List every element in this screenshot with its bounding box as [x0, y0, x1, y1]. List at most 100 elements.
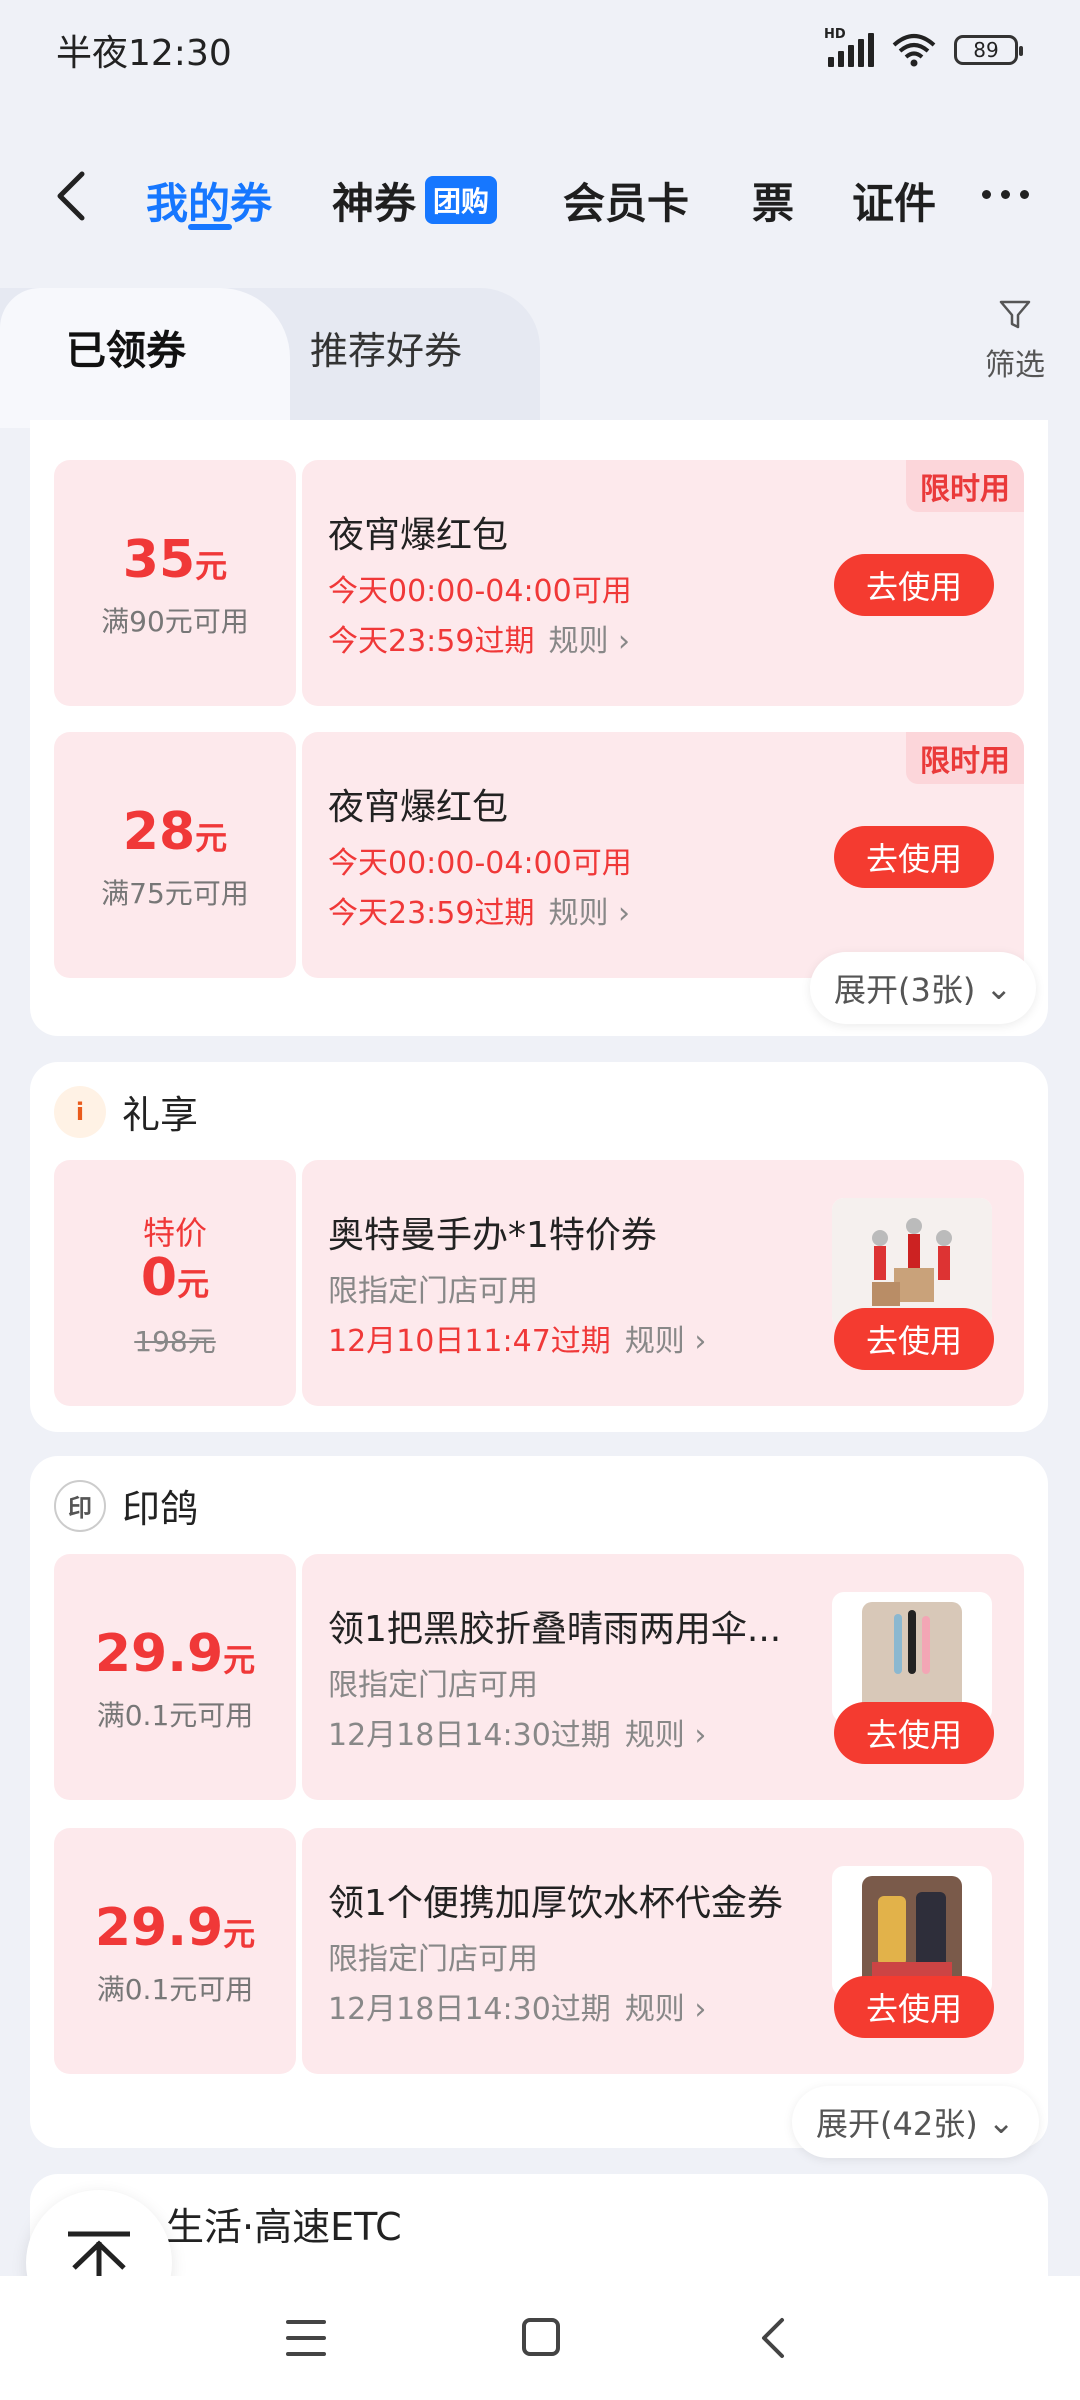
coupon-value-panel: 29.9元 满0.1元可用	[54, 1828, 296, 2074]
coupon-store-limit: 限指定门店可用	[328, 1942, 538, 1977]
coupon-title: 奥特曼手办*1特价券	[328, 1215, 657, 1256]
network-type: HD	[824, 27, 846, 42]
chevron-right-icon: ›	[694, 1718, 707, 1753]
coupon-title: 夜宵爆红包	[328, 787, 509, 828]
chevron-right-icon: ›	[694, 1992, 707, 2027]
coupon-value-panel: 特价 0元 198元	[54, 1160, 296, 1406]
expand-label: 展开(42张)	[816, 2105, 978, 2143]
store-name: 印鸽	[122, 1487, 199, 1531]
coupon-detail-panel: 限时用 夜宵爆红包 今天00:00-04:00可用 今天23:59过期 规则 ›…	[302, 460, 1024, 706]
coupon-title: 领1个便携加厚饮水杯代金券	[328, 1883, 783, 1924]
chevron-right-icon: ›	[618, 896, 631, 931]
coupon-item[interactable]: 35元 满90元可用 限时用 夜宵爆红包 今天00:00-04:00可用 今天2…	[54, 460, 1024, 706]
coupon-expiry: 12月18日14:30过期	[328, 1718, 611, 1753]
coupon-detail-panel: 限时用 夜宵爆红包 今天00:00-04:00可用 今天23:59过期 规则 ›…	[302, 732, 1024, 978]
chevron-right-icon: ›	[694, 1324, 707, 1359]
coupon-amount: 29.9元	[94, 1898, 256, 1958]
more-icon[interactable]	[982, 190, 1029, 199]
coupon-detail-panel: 奥特曼手办*1特价券 限指定门店可用 12月10日11:47过期 规则 › 去使…	[302, 1160, 1024, 1406]
tab-member-cards[interactable]: 会员卡	[563, 170, 689, 231]
limited-time-tag: 限时用	[906, 732, 1024, 784]
coupon-item[interactable]: 29.9元 满0.1元可用 领1把黑胶折叠晴雨两用伞... 限指定门店可用 12…	[54, 1554, 1024, 1800]
coupon-value-panel: 35元 满90元可用	[54, 460, 296, 706]
coupon-amount: 28元	[122, 802, 228, 862]
tab-tickets[interactable]: 票	[752, 170, 794, 231]
rules-link[interactable]: 规则 ›	[548, 616, 630, 660]
coupon-store-limit: 限指定门店可用	[328, 1668, 538, 1703]
coupon-expiry-row: 12月10日11:47过期 规则 ›	[328, 1316, 706, 1360]
coupon-title: 夜宵爆红包	[328, 515, 509, 556]
signal-icon: HD	[824, 27, 874, 67]
use-button[interactable]: 去使用	[834, 1976, 994, 2038]
coupon-expiry-row: 今天23:59过期 规则 ›	[328, 888, 630, 932]
store-name: 礼享	[122, 1093, 199, 1137]
coupon-usable-time: 今天00:00-04:00可用	[328, 574, 632, 609]
expand-label: 展开(3张)	[834, 971, 976, 1009]
expand-button[interactable]: 展开(3张) ⌄	[810, 952, 1037, 1024]
coupon-expiry-row: 今天23:59过期 规则 ›	[328, 616, 630, 660]
coupon-amount: 0元	[140, 1248, 210, 1308]
limited-time-tag: 限时用	[906, 460, 1024, 512]
rules-link[interactable]: 规则 ›	[625, 1984, 707, 2028]
store-header[interactable]: 印 印鸽	[54, 1478, 198, 1533]
coupon-detail-panel: 领1个便携加厚饮水杯代金券 限指定门店可用 12月18日14:30过期 规则 ›…	[302, 1828, 1024, 2074]
coupon-item[interactable]: 特价 0元 198元 奥特曼手办*1特价券 限指定门店可用 12月10日11:4…	[54, 1160, 1024, 1406]
store-card: 生活·高速ETC	[30, 2174, 1048, 2276]
coupon-value-panel: 28元 满75元可用	[54, 732, 296, 978]
top-nav: 我的券 神券 团购 会员卡 票 证件	[0, 150, 1080, 240]
coupon-item[interactable]: 28元 满75元可用 限时用 夜宵爆红包 今天00:00-04:00可用 今天2…	[54, 732, 1024, 978]
use-button[interactable]: 去使用	[834, 1702, 994, 1764]
back-arrow-icon[interactable]	[46, 168, 102, 224]
coupon-value-panel: 29.9元 满0.1元可用	[54, 1554, 296, 1800]
coupon-expiry: 今天23:59过期	[328, 896, 535, 931]
wifi-icon	[892, 34, 936, 67]
rules-link[interactable]: 规则 ›	[625, 1710, 707, 1754]
store-header[interactable]: 生活·高速ETC	[166, 2196, 402, 2251]
home-icon[interactable]	[522, 2318, 560, 2356]
system-nav-bar	[0, 2276, 1080, 2400]
filter-icon	[999, 300, 1031, 329]
coupon-expiry: 12月18日14:30过期	[328, 1992, 611, 2027]
coupon-condition: 满0.1元可用	[96, 1699, 254, 1732]
active-tab-indicator	[188, 224, 232, 230]
coupon-detail-panel: 领1把黑胶折叠晴雨两用伞... 限指定门店可用 12月18日14:30过期 规则…	[302, 1554, 1024, 1800]
store-card: 印 印鸽 29.9元 满0.1元可用 领1把黑胶折叠晴雨两用伞... 限指定门店…	[30, 1456, 1048, 2158]
filter-button[interactable]: 筛选	[980, 296, 1050, 384]
expand-button[interactable]: 展开(42张) ⌄	[792, 2086, 1039, 2158]
menu-icon[interactable]	[286, 2320, 326, 2356]
rules-link[interactable]: 规则 ›	[548, 888, 630, 932]
store-header[interactable]: i 礼享	[54, 1084, 198, 1139]
coupon-condition: 满75元可用	[101, 877, 249, 910]
status-icons: HD 89	[824, 27, 1023, 67]
coupon-list: 35元 满90元可用 限时用 夜宵爆红包 今天00:00-04:00可用 今天2…	[0, 420, 1080, 2276]
coupon-expiry-row: 12月18日14:30过期 规则 ›	[328, 1984, 706, 2028]
coupon-expiry: 12月10日11:47过期	[328, 1324, 611, 1359]
system-back-icon[interactable]	[754, 2316, 794, 2360]
store-logo-icon: i	[54, 1085, 106, 1138]
coupon-title: 领1把黑胶折叠晴雨两用伞...	[328, 1609, 782, 1650]
subtab-recommended[interactable]: 推荐好券	[310, 320, 462, 375]
chevron-down-icon: ⌄	[985, 969, 1013, 1007]
coupon-usable-time: 今天00:00-04:00可用	[328, 846, 632, 881]
status-bar: 半夜12:30 HD 89	[0, 0, 1080, 100]
coupon-amount: 35元	[122, 530, 228, 590]
store-card: i 礼享 特价 0元 198元 奥特曼手办*1特价券 限指定门店可用 12月10…	[30, 1062, 1048, 1432]
tab-my-coupons[interactable]: 我的券	[146, 170, 272, 231]
subtab-claimed[interactable]: 已领券	[66, 318, 186, 376]
coupon-expiry-row: 12月18日14:30过期 规则 ›	[328, 1710, 706, 1754]
coupon-item[interactable]: 29.9元 满0.1元可用 领1个便携加厚饮水杯代金券 限指定门店可用 12月1…	[54, 1828, 1024, 2074]
use-button[interactable]: 去使用	[834, 1308, 994, 1370]
store-card: 35元 满90元可用 限时用 夜宵爆红包 今天00:00-04:00可用 今天2…	[30, 420, 1048, 1036]
rules-link[interactable]: 规则 ›	[625, 1316, 707, 1360]
tab-documents[interactable]: 证件	[852, 170, 936, 231]
coupon-condition: 满0.1元可用	[96, 1973, 254, 2006]
coupon-condition: 满90元可用	[101, 605, 249, 638]
coupon-expiry: 今天23:59过期	[328, 624, 535, 659]
tab-super-coupons[interactable]: 神券	[332, 170, 416, 231]
use-button[interactable]: 去使用	[834, 554, 994, 616]
use-button[interactable]: 去使用	[834, 826, 994, 888]
status-time: 半夜12:30	[56, 33, 232, 74]
coupon-amount: 29.9元	[94, 1624, 256, 1684]
filter-label: 筛选	[985, 348, 1045, 383]
battery-icon: 89	[954, 35, 1023, 65]
